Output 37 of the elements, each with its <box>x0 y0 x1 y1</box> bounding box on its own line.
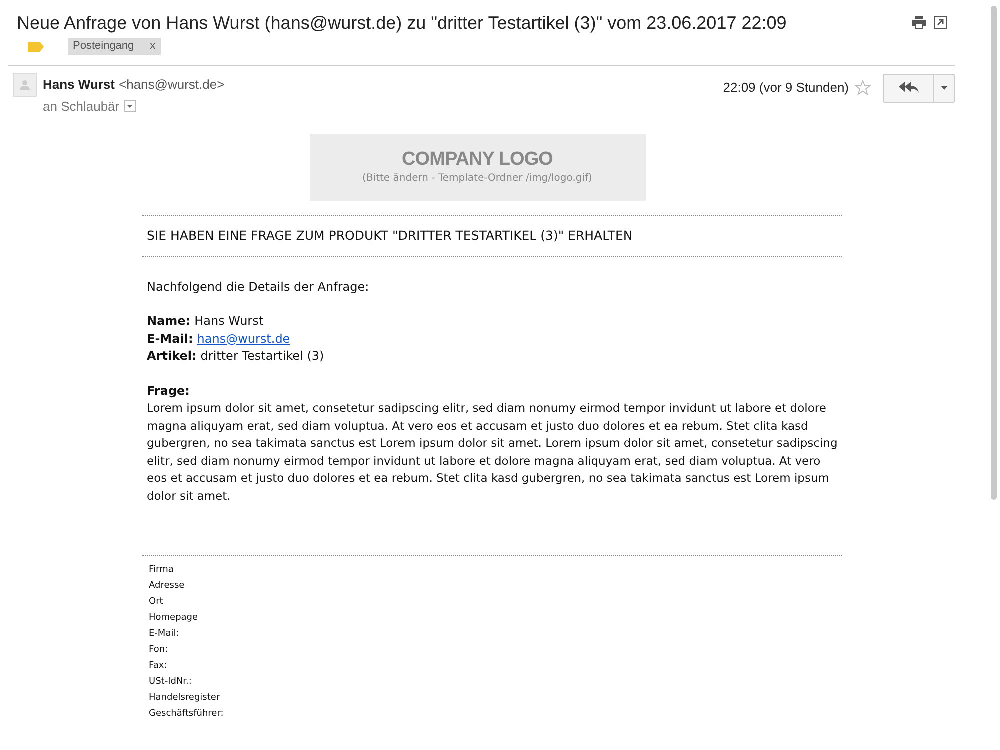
email-heading: SIE HABEN EINE FRAGE ZUM PRODUKT "DRITTER TESTARTIKEL (3)" ERHALTEN <box>146 227 634 245</box>
footer-line: Fon: <box>149 644 170 657</box>
email-subject: Neue Anfrage von Hans Wurst (hans@wurst.de) zu "dritter Testartikel (3)" vom 23.06.2017 22:09 <box>17 12 787 34</box>
email-link[interactable]: hans@wurst.de <box>197 330 290 348</box>
field-label: E-Mail: <box>147 330 194 348</box>
footer-line: Adresse <box>149 580 186 593</box>
dropdown-icon[interactable] <box>124 100 136 112</box>
recipient: an Schlaubär <box>43 98 120 116</box>
sender-email: <hans@wurst.de> <box>119 76 225 94</box>
new-window-icon[interactable] <box>934 16 947 29</box>
message-time: 22:09 (vor 9 Stunden) <box>723 79 849 98</box>
avatar <box>13 73 37 97</box>
footer-line: Geschäftsführer: <box>149 708 225 721</box>
remove-label-button[interactable]: x <box>150 38 156 55</box>
field-value: Hans Wurst <box>194 313 264 330</box>
label-text: Posteingang <box>73 39 134 54</box>
footer-line: Handelsregister <box>149 692 222 705</box>
footer-line: Firma <box>149 564 175 577</box>
star-icon[interactable] <box>855 80 871 96</box>
sender-name: Hans Wurst <box>43 76 115 94</box>
field-label: Artikel: <box>147 348 197 365</box>
logo-subtitle: (Bitte ändern - Template-Ordner /img/logo.gif) <box>362 172 592 186</box>
question-label: Frage: <box>147 382 191 400</box>
logo-title: COMPANY LOGO <box>402 149 553 171</box>
footer-line: Homepage <box>149 612 200 625</box>
footer-line: Ort <box>149 596 164 609</box>
question-text: Lorem ipsum dolor sit amet, consetetur sadipscing elitr, sed diam nonumy eirmod tempor invidunt ut labore et dolore magna aliquyam erat, sed diam voluptua. At vero eos et accusam et justo duo dolores et ea rebum. Stet clita kasd gubergren, no sea takimata sanctus est Lorem ipsum dolor sit amet. Lorem ipsum dolor sit amet, consetetur sadipscing elitr, sed diam nonumy eirmod tempor invidunt ut labore et dolore magna aliquyam erat, sed diam voluptua. At vero eos et accusam et justo duo dolores et ea rebum. Stet clita kasd gubergren, no sea takimata sanctus est Lorem ipsum dolor sit amet. <box>147 400 839 504</box>
scrollbar[interactable] <box>991 6 997 500</box>
intro-text: Nachfolgend die Details der Anfrage: <box>147 278 370 296</box>
footer-line: Fax: <box>149 660 168 673</box>
field-label: Name: <box>147 313 191 330</box>
field-value: dritter Testartikel (3) <box>200 348 324 365</box>
footer-line: E-Mail: <box>149 628 180 641</box>
footer-line: USt-IdNr.: <box>149 676 193 689</box>
caret-icon <box>940 86 948 90</box>
reply-all-icon <box>898 82 918 94</box>
print-icon[interactable] <box>912 16 926 29</box>
